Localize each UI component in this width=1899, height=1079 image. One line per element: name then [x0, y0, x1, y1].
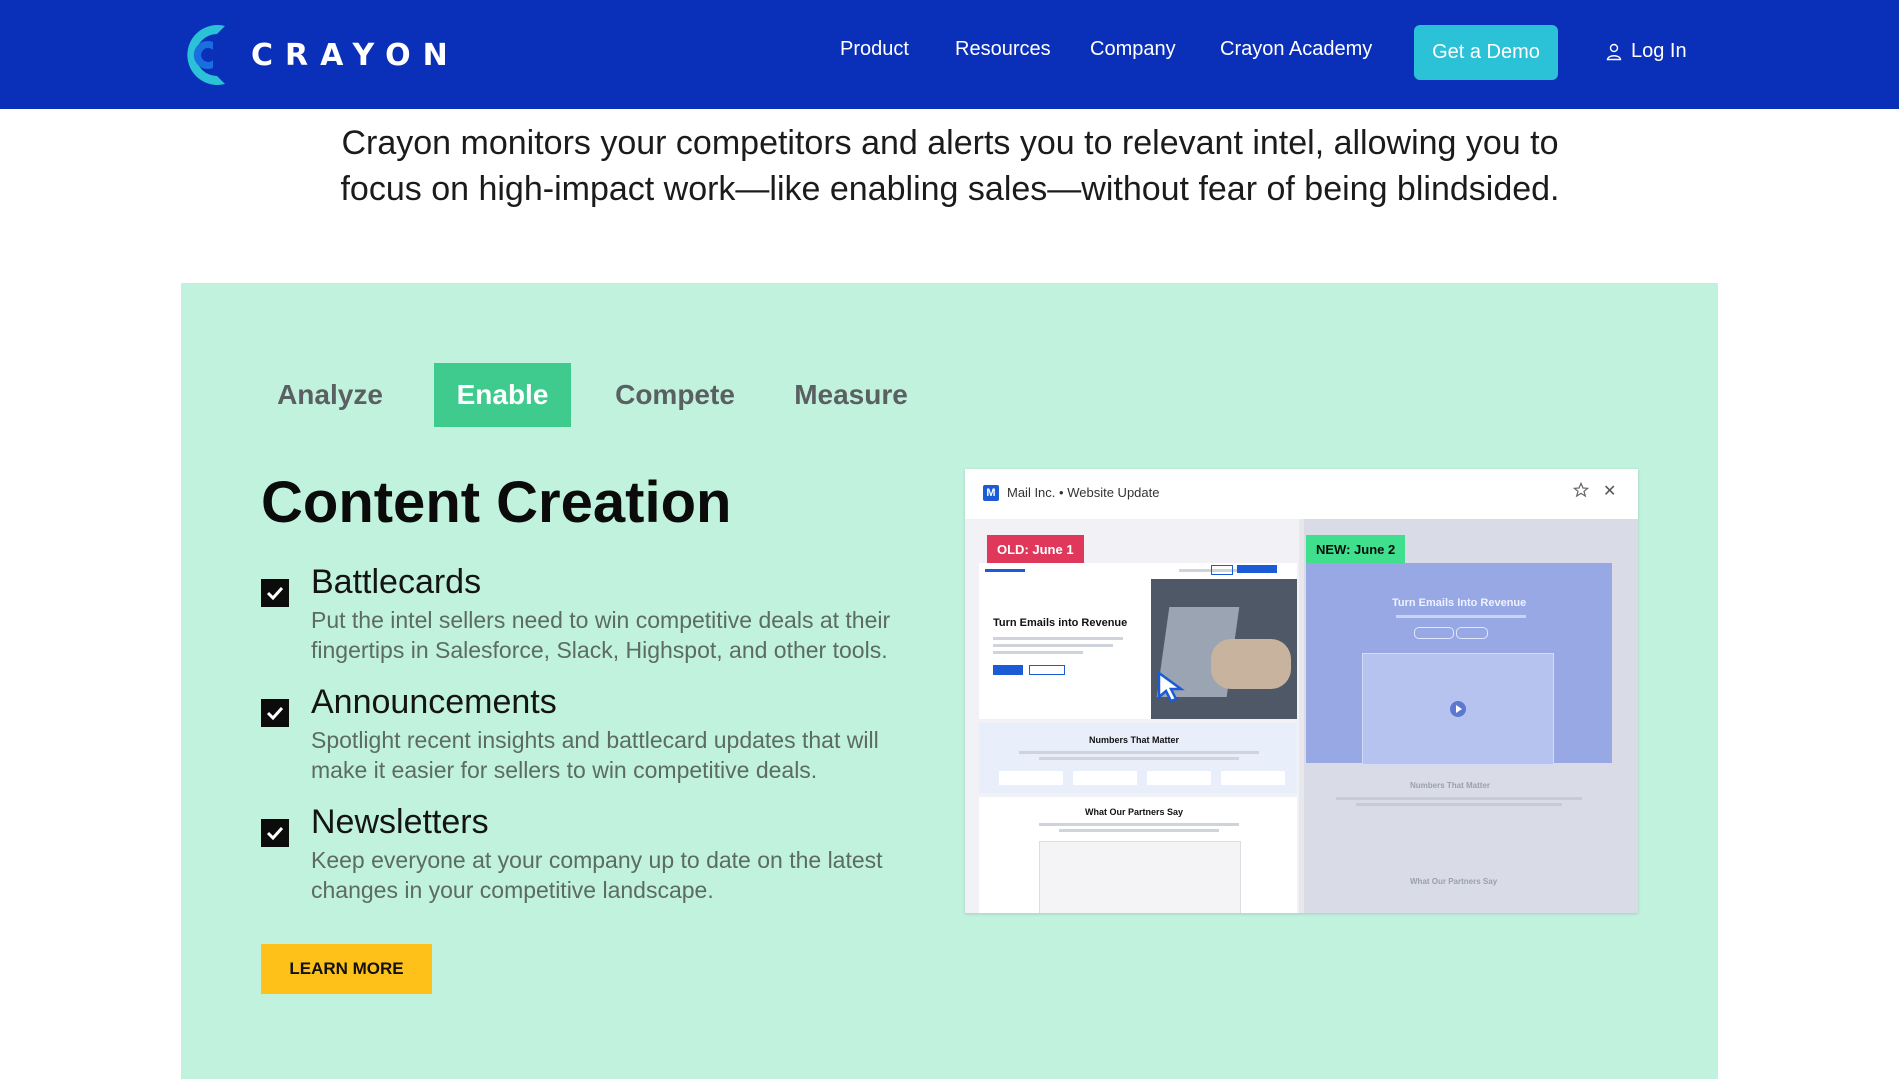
tab-measure[interactable]: Measure [781, 363, 921, 427]
old-hero-section: Turn Emails into Revenue [979, 563, 1297, 719]
preview-title: Mail Inc. • Website Update [1007, 485, 1159, 500]
logo-wordmark: CRAYON [251, 37, 460, 73]
old-version-pane: OLD: June 1 Turn Emails into Revenue Num… [965, 519, 1299, 913]
feature-title: Newsletters [311, 803, 489, 841]
nav-link-resources[interactable]: Resources [955, 38, 1051, 61]
new-lower-section: Numbers That Matter What Our Partners Sa… [1306, 767, 1612, 913]
section-heading: Content Creation [261, 470, 732, 535]
preview-update-type: Website Update [1067, 485, 1160, 500]
user-icon [1606, 43, 1622, 60]
nav-link-company[interactable]: Company [1090, 38, 1176, 61]
feature-description: Put the intel sellers need to win compet… [311, 607, 891, 663]
checkbox-checked-icon [261, 699, 289, 727]
new-version-pane: NEW: June 2 Turn Emails Into Revenue Num… [1304, 519, 1638, 913]
preview-separator: • [1059, 485, 1064, 500]
crayon-logo-icon [185, 20, 233, 90]
log-in-link[interactable]: Log In [1606, 40, 1687, 63]
preview-company: Mail Inc. [1007, 485, 1056, 500]
star-icon[interactable] [1573, 482, 1589, 498]
old-version-badge: OLD: June 1 [987, 535, 1084, 563]
intro-line-2: focus on high-impact work—like enabling … [340, 170, 1560, 208]
crayon-logo[interactable]: CRAYON [185, 20, 460, 90]
new-numbers-title: Numbers That Matter [1410, 781, 1491, 790]
old-partners-section: What Our Partners Say [979, 797, 1297, 913]
top-navigation: CRAYON Product Resources Company Crayon … [0, 0, 1899, 109]
checkbox-checked-icon [261, 819, 289, 847]
tab-analyze[interactable]: Analyze [265, 363, 395, 427]
intro-text: Crayon monitors your competitors and ale… [250, 120, 1650, 212]
mail-inc-favicon-icon: M [983, 485, 999, 501]
tab-compete[interactable]: Compete [605, 363, 745, 427]
log-in-label: Log In [1631, 40, 1687, 62]
new-hero-section: Turn Emails Into Revenue [1306, 563, 1612, 765]
new-partners-title: What Our Partners Say [1410, 877, 1498, 886]
preview-comparison: OLD: June 1 Turn Emails into Revenue Num… [965, 519, 1638, 913]
close-icon[interactable]: ✕ [1603, 481, 1616, 501]
nav-link-crayon-academy[interactable]: Crayon Academy [1220, 38, 1372, 61]
old-numbers-title: Numbers That Matter [1089, 735, 1180, 745]
old-numbers-section: Numbers That Matter [979, 723, 1297, 793]
get-a-demo-button[interactable]: Get a Demo [1414, 25, 1558, 80]
old-partners-title: What Our Partners Say [1085, 807, 1184, 817]
feature-description: Keep everyone at your company up to date… [311, 847, 883, 903]
website-update-preview: M Mail Inc. • Website Update ✕ OLD: June… [965, 469, 1638, 913]
learn-more-button[interactable]: LEARN MORE [261, 944, 432, 994]
video-placeholder [1362, 653, 1554, 765]
feature-title: Announcements [311, 683, 557, 721]
checkbox-checked-icon [261, 579, 289, 607]
feature-panel: Analyze Enable Compete Measure Content C… [181, 283, 1718, 1079]
new-hero-title: Turn Emails Into Revenue [1392, 597, 1527, 609]
feature-description: Spotlight recent insights and battlecard… [311, 727, 879, 783]
tab-enable[interactable]: Enable [434, 363, 571, 427]
preview-header: M Mail Inc. • Website Update ✕ [965, 469, 1638, 520]
play-icon [1450, 701, 1466, 717]
feature-title: Battlecards [311, 563, 482, 601]
laptop-photo [1151, 579, 1297, 719]
nav-link-product[interactable]: Product [840, 38, 909, 61]
intro-line-1: Crayon monitors your competitors and ale… [341, 124, 1559, 162]
cursor-icon [1157, 671, 1185, 703]
old-hero-title: Turn Emails into Revenue [993, 617, 1128, 629]
new-version-badge: NEW: June 2 [1306, 535, 1406, 563]
